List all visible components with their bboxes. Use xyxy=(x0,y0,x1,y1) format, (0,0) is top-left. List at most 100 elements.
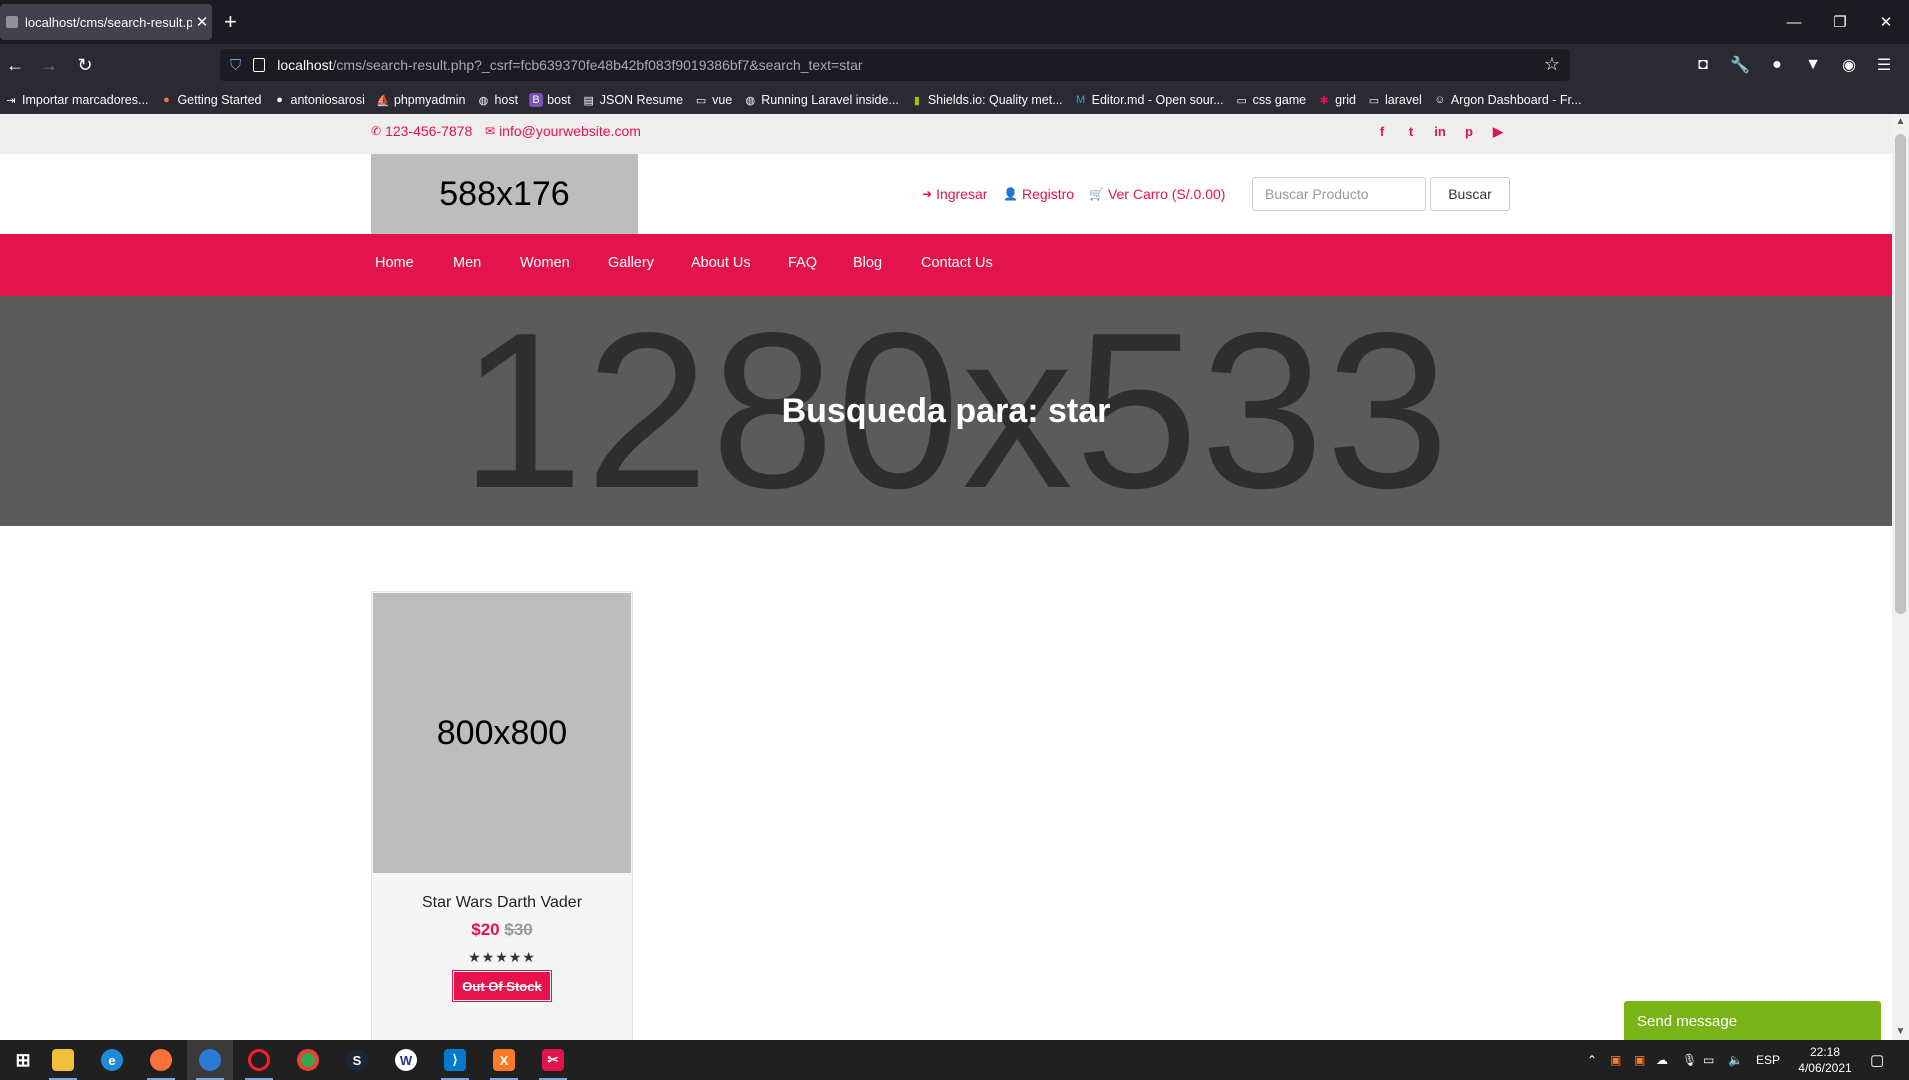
facebook-icon[interactable]: f xyxy=(1373,124,1391,139)
notifications-icon[interactable]: ▢ xyxy=(1870,1040,1884,1080)
nav-home[interactable]: Home xyxy=(375,255,414,271)
product-image[interactable]: 800x800 xyxy=(373,593,631,873)
product-name[interactable]: Star Wars Darth Vader xyxy=(372,894,632,912)
nav-contact-us[interactable]: Contact Us xyxy=(921,255,993,271)
bookmark-label: Argon Dashboard - Fr... xyxy=(1450,93,1582,107)
back-icon[interactable]: ← xyxy=(0,50,30,80)
login-link[interactable]: ➜ Ingresar xyxy=(922,186,987,202)
xampp-icon[interactable]: X xyxy=(481,1040,527,1080)
page-icon: ▤ xyxy=(583,94,594,107)
forward-icon[interactable]: → xyxy=(34,50,64,80)
wrench-icon[interactable]: 🔧 xyxy=(1729,54,1751,76)
volume-icon[interactable]: 🔈 xyxy=(1728,1040,1743,1080)
cart-link[interactable]: 🛒 Ver Carro (S/.0.00) xyxy=(1089,186,1225,202)
pinterest-icon[interactable]: p xyxy=(1460,124,1478,139)
bookmark[interactable]: ◍ host xyxy=(476,93,518,107)
close-tab-icon[interactable]: ✕ xyxy=(192,13,212,31)
scrollbar-thumb[interactable] xyxy=(1895,134,1906,614)
opera-icon[interactable] xyxy=(236,1040,282,1080)
product-card[interactable]: 800x800 Star Wars Darth Vader $20 $30 ★★… xyxy=(371,591,633,1040)
bookmark[interactable]: ⛵ phpmyadmin xyxy=(376,93,466,107)
editor-icon: M xyxy=(1076,94,1086,106)
bookmark-label: Importar marcadores... xyxy=(22,93,149,107)
restore-icon[interactable]: ❐ xyxy=(1817,0,1863,44)
bookmark[interactable]: ✱ grid xyxy=(1317,93,1356,107)
folder-icon: ▭ xyxy=(1368,94,1380,107)
minimize-icon[interactable]: — xyxy=(1771,0,1817,44)
product-search-input[interactable] xyxy=(1252,177,1426,211)
phone-link[interactable]: ✆ 123-456-7878 xyxy=(371,123,472,139)
bookmark[interactable]: Bbost xyxy=(529,93,571,107)
vscode-icon[interactable]: ⟩ xyxy=(432,1040,478,1080)
new-tab-icon[interactable]: + xyxy=(224,10,237,34)
extension-globe-icon[interactable]: ● xyxy=(1766,54,1788,76)
scroll-down-icon[interactable]: ▼ xyxy=(1892,1026,1909,1037)
chrome-icon[interactable] xyxy=(285,1040,331,1080)
snipping-tool-icon[interactable]: ✂ xyxy=(530,1040,576,1080)
phone-text: 123-456-7878 xyxy=(385,123,473,139)
bookmark[interactable]: ▤ JSON Resume xyxy=(582,93,684,107)
steam-icon[interactable]: S xyxy=(334,1040,380,1080)
browser-tab[interactable]: localhost/cms/search-result.php ✕ xyxy=(0,4,212,40)
show-hidden-icons[interactable]: ⌃ xyxy=(1587,1040,1597,1080)
firefox-dev-icon[interactable] xyxy=(187,1040,233,1080)
email-link[interactable]: ✉ info@yourwebsite.com xyxy=(485,123,641,139)
bookmark[interactable]: ● antoniosarosi xyxy=(273,93,365,107)
firefox-icon[interactable] xyxy=(138,1040,184,1080)
network-icon[interactable]: ▭ xyxy=(1703,1040,1714,1080)
reload-icon[interactable]: ↻ xyxy=(70,50,100,80)
login-label: Ingresar xyxy=(936,186,988,202)
register-link[interactable]: 👤 Registro xyxy=(1003,186,1074,202)
nav-blog[interactable]: Blog xyxy=(853,255,882,271)
url-bar[interactable]: ⛉ localhost/cms/search-result.php?_csrf=… xyxy=(220,49,1570,81)
nav-men[interactable]: Men xyxy=(453,255,481,271)
bookmark[interactable]: ◍ Running Laravel inside... xyxy=(743,93,898,107)
product-old-price: $30 xyxy=(504,920,533,939)
user-plus-icon: 👤 xyxy=(1003,187,1018,201)
bookmark[interactable]: ⇥ Importar marcadores... xyxy=(4,93,148,107)
close-window-icon[interactable]: ✕ xyxy=(1863,0,1909,44)
microphone-icon[interactable]: 🎙 xyxy=(1682,1040,1697,1080)
bookmark[interactable]: ▭ css game xyxy=(1235,93,1306,107)
app-w-icon[interactable]: W xyxy=(383,1040,429,1080)
pocket-icon[interactable]: ◘ xyxy=(1692,54,1714,76)
bookmark[interactable]: ▭ vue xyxy=(694,93,732,107)
onedrive-icon[interactable]: ☁ xyxy=(1656,1040,1668,1080)
tracking-shield-icon[interactable]: ⛉ xyxy=(230,57,241,74)
vue-devtools-icon[interactable]: ▼ xyxy=(1802,54,1824,76)
bookmark[interactable]: ▮ Shields.io: Quality met... xyxy=(910,93,1063,107)
edge-icon[interactable]: e xyxy=(89,1040,135,1080)
send-message-button[interactable]: Send message xyxy=(1624,1001,1881,1040)
top-contact-strip: ✆ 123-456-7878 ✉ info@yourwebsite.com f … xyxy=(0,114,1892,154)
search-button[interactable]: Buscar xyxy=(1430,177,1510,211)
site-logo[interactable]: 588x176 xyxy=(371,154,638,234)
xampp-tray-icon-2[interactable]: ▣ xyxy=(1634,1040,1645,1080)
rating-stars-icon: ★★★★★ xyxy=(468,949,536,965)
youtube-icon[interactable]: ▶ xyxy=(1489,124,1507,140)
stock-badge: Out Of Stock xyxy=(452,970,552,1002)
nav-gallery[interactable]: Gallery xyxy=(608,255,654,271)
bookmark[interactable]: ▭ laravel xyxy=(1367,93,1422,107)
menu-icon[interactable]: ☰ xyxy=(1873,54,1895,76)
bookmark[interactable]: ● Getting Started xyxy=(159,93,261,107)
globe-icon: ◍ xyxy=(478,94,489,107)
file-explorer-icon[interactable] xyxy=(40,1040,86,1080)
twitter-icon[interactable]: t xyxy=(1402,124,1420,139)
bookmark-label: laravel xyxy=(1384,93,1422,107)
bookmarks-bar: ⇥ Importar marcadores... ● Getting Started… xyxy=(0,86,1909,114)
nav-women[interactable]: Women xyxy=(520,255,570,271)
language-indicator[interactable]: ESP xyxy=(1756,1040,1780,1080)
bookmark-star-icon[interactable]: ☆ xyxy=(1544,54,1560,75)
xampp-tray-icon[interactable]: ▣ xyxy=(1610,1040,1621,1080)
nav-about-us[interactable]: About Us xyxy=(691,255,751,271)
page-info-icon[interactable] xyxy=(253,58,266,72)
page-scrollbar[interactable]: ▲ ▼ xyxy=(1892,114,1909,1040)
extension-avatar-icon[interactable]: ◉ xyxy=(1838,54,1860,76)
bookmark[interactable]: ☺ Argon Dashboard - Fr... xyxy=(1433,93,1582,107)
scroll-up-icon[interactable]: ▲ xyxy=(1892,116,1909,127)
linkedin-icon[interactable]: in xyxy=(1431,124,1449,139)
clock[interactable]: 22:18 4/06/2021 xyxy=(1793,1044,1857,1076)
bookmark-label: phpmyadmin xyxy=(393,93,466,107)
nav-faq[interactable]: FAQ xyxy=(788,255,817,271)
bookmark[interactable]: M Editor.md - Open sour... xyxy=(1074,93,1224,107)
